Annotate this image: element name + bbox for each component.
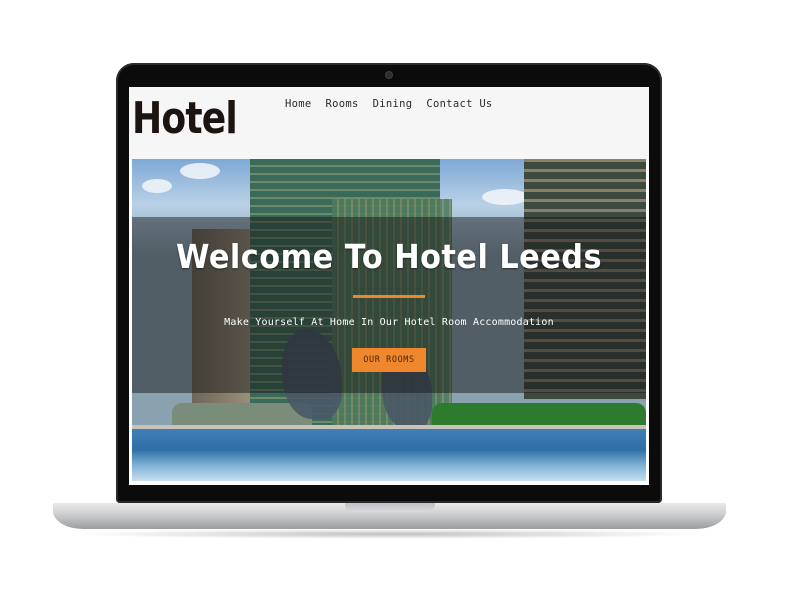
laptop-shadow: [70, 529, 710, 539]
laptop-notch: [345, 503, 435, 512]
hedge-shape: [432, 403, 646, 427]
pool-shape: [132, 429, 646, 481]
nav-contact-link[interactable]: Contact Us: [426, 98, 492, 110]
hero-section: Welcome To Hotel Leeds Make Yourself At …: [132, 159, 646, 481]
camera-icon: [386, 72, 392, 78]
cloud-shape: [142, 179, 172, 193]
nav-dining-link[interactable]: Dining: [373, 98, 413, 110]
cloud-shape: [180, 163, 220, 179]
hero-subtitle: Make Yourself At Home In Our Hotel Room …: [224, 317, 554, 328]
laptop-screen: Hotel Home Rooms Dining Contact Us Welco…: [129, 87, 649, 485]
hero-title: Welcome To Hotel Leeds: [176, 237, 602, 276]
our-rooms-button[interactable]: OUR ROOMS: [352, 348, 426, 372]
laptop-base: [53, 503, 726, 529]
site-header: Hotel Home Rooms Dining Contact Us: [129, 87, 649, 159]
site-logo[interactable]: Hotel: [132, 93, 238, 145]
nav-home-link[interactable]: Home: [285, 98, 312, 110]
cloud-shape: [482, 189, 528, 205]
laptop-frame: Hotel Home Rooms Dining Contact Us Welco…: [116, 63, 662, 503]
main-nav: Home Rooms Dining Contact Us: [285, 98, 493, 110]
nav-rooms-link[interactable]: Rooms: [326, 98, 359, 110]
hero-divider: [353, 295, 425, 298]
